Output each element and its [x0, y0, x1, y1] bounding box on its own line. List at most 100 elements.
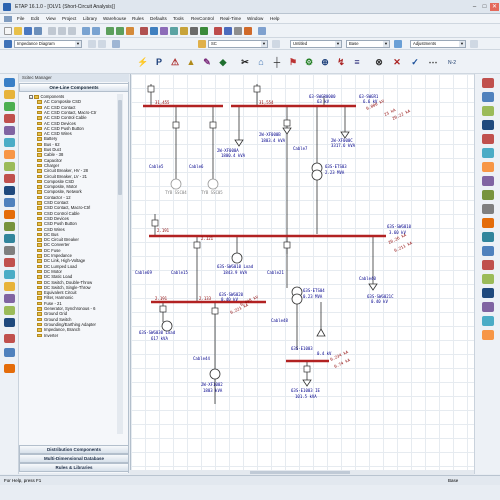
- breaker[interactable]: [209, 121, 217, 129]
- ups-tool-icon[interactable]: [482, 316, 494, 326]
- filter-icon[interactable]: [394, 40, 402, 48]
- menu-tools[interactable]: Tools: [173, 16, 184, 21]
- sc-arcflash-icon[interactable]: ◆: [216, 54, 230, 70]
- minimize-button[interactable]: –: [470, 3, 479, 11]
- maximize-button[interactable]: □: [480, 3, 489, 11]
- copy-icon[interactable]: [58, 27, 66, 35]
- sc-result-icon[interactable]: ⚙: [302, 54, 316, 70]
- alert-icon[interactable]: [214, 27, 222, 35]
- switch-tool-icon[interactable]: [482, 232, 494, 242]
- revision-combo[interactable]: Untitled ▼: [290, 40, 342, 48]
- oneline-icon[interactable]: [4, 40, 12, 48]
- meter-tool-icon[interactable]: [482, 204, 494, 214]
- dc-icon[interactable]: [4, 306, 15, 315]
- battery-icon[interactable]: [4, 294, 15, 303]
- redo-icon[interactable]: [92, 27, 100, 35]
- short-circuit-icon[interactable]: [4, 174, 15, 183]
- diagram-option-icon[interactable]: [88, 40, 96, 48]
- breaker[interactable]: [147, 85, 155, 93]
- sc-ansi-icon[interactable]: ✎: [200, 54, 214, 70]
- breaker[interactable]: [253, 85, 261, 93]
- load-flow-icon[interactable]: [4, 162, 15, 171]
- breaker[interactable]: [159, 305, 167, 313]
- zoom-in-icon[interactable]: [106, 27, 114, 35]
- breaker[interactable]: [283, 119, 291, 127]
- report-icon[interactable]: [224, 27, 232, 35]
- edit-toolbar-icon[interactable]: [482, 78, 494, 88]
- sc-tool-d-icon[interactable]: ⋯: [426, 54, 440, 70]
- sc-3phase-icon[interactable]: P: [152, 54, 166, 70]
- breaker[interactable]: [211, 307, 219, 315]
- edit-study-case-icon[interactable]: [272, 40, 280, 48]
- breaker[interactable]: [151, 219, 159, 227]
- library-icon[interactable]: [4, 102, 15, 111]
- cable-icon[interactable]: [4, 282, 15, 291]
- breaker[interactable]: [303, 365, 311, 373]
- motor-tyb-ssc05[interactable]: [207, 178, 219, 190]
- menu-help[interactable]: Help: [270, 16, 279, 21]
- menu-file[interactable]: File: [17, 16, 24, 21]
- sc-report-icon[interactable]: ⌂: [254, 54, 268, 70]
- bus-tool-icon[interactable]: [482, 92, 494, 102]
- study-case-combo[interactable]: SC ▼: [208, 40, 268, 48]
- print-icon[interactable]: [34, 27, 42, 35]
- sc-run-icon[interactable]: ✂: [238, 54, 252, 70]
- multi-dimensional-database-button[interactable]: Multi-Dimensional Database: [19, 454, 129, 463]
- sc-tool-a-icon[interactable]: ⊗: [372, 54, 386, 70]
- breaker[interactable]: [172, 121, 180, 129]
- warehouse-icon[interactable]: [4, 114, 15, 123]
- scroll-thumb[interactable]: [118, 100, 122, 195]
- study-icon[interactable]: [4, 126, 15, 135]
- configuration-combo[interactable]: Base ▼: [346, 40, 390, 48]
- arrow-load[interactable]: [316, 328, 326, 337]
- motor-tyb-ssc04[interactable]: [170, 178, 182, 190]
- paste-icon[interactable]: [68, 27, 76, 35]
- sc-tool-b-icon[interactable]: ✕: [390, 54, 404, 70]
- transformer-tool-icon[interactable]: [482, 106, 494, 116]
- presentation-icon[interactable]: [112, 40, 120, 48]
- grid-icon[interactable]: [150, 27, 158, 35]
- sc-clear-fault-icon[interactable]: ≡: [350, 54, 364, 70]
- zoom-fit-icon[interactable]: [126, 27, 134, 35]
- transient-icon[interactable]: [4, 210, 15, 219]
- load-e1003-ie[interactable]: [302, 379, 312, 387]
- fuse-tool-icon[interactable]: [482, 218, 494, 228]
- menu-warehouse[interactable]: Warehouse: [103, 16, 126, 21]
- open-icon[interactable]: [14, 27, 22, 35]
- tree-item[interactable]: Inverter: [37, 333, 58, 338]
- menu-revcontrol[interactable]: RevControl: [191, 16, 214, 21]
- dot-grid-icon[interactable]: [4, 334, 15, 343]
- vfd-tool-icon[interactable]: [482, 330, 494, 340]
- grounding-icon[interactable]: [4, 270, 15, 279]
- generator-tool-icon[interactable]: [482, 162, 494, 172]
- study-case-icon[interactable]: [198, 40, 206, 48]
- optimal-icon[interactable]: [4, 246, 15, 255]
- protection-icon[interactable]: [4, 222, 15, 231]
- layer-icon[interactable]: [160, 27, 168, 35]
- arc-flash-icon[interactable]: [4, 258, 15, 267]
- menu-project[interactable]: Project: [62, 16, 76, 21]
- harmonic-icon[interactable]: [4, 198, 15, 207]
- rules-libraries-button[interactable]: Rules & Libraries: [19, 463, 129, 472]
- motor-tool-icon[interactable]: [482, 148, 494, 158]
- find-icon[interactable]: [180, 27, 188, 35]
- zoom-out-icon[interactable]: [116, 27, 124, 35]
- generator-xf1002[interactable]: [209, 368, 221, 380]
- annotation-icon[interactable]: [190, 27, 198, 35]
- adjustments-combo[interactable]: Adjustments ▼: [410, 40, 466, 48]
- cut-icon[interactable]: [48, 27, 56, 35]
- tree-scrollbar[interactable]: [117, 94, 123, 434]
- sc-alert-view-icon[interactable]: ⚑: [286, 54, 300, 70]
- panel-header[interactable]: One-Line Components: [19, 83, 129, 92]
- pt-tool-icon[interactable]: [482, 274, 494, 284]
- collapse-icon[interactable]: −: [29, 95, 33, 99]
- text-icon[interactable]: [170, 27, 178, 35]
- menu-library[interactable]: Library: [83, 16, 97, 21]
- tag-icon[interactable]: [4, 364, 15, 373]
- breaker-tool-icon[interactable]: [482, 134, 494, 144]
- motor-icon[interactable]: [4, 186, 15, 195]
- menu-window[interactable]: Window: [247, 16, 263, 21]
- distribution-components-button[interactable]: Distribution Components: [19, 445, 129, 454]
- sc-device-duty-icon[interactable]: ⚠: [168, 54, 182, 70]
- reliability-icon[interactable]: [4, 234, 15, 243]
